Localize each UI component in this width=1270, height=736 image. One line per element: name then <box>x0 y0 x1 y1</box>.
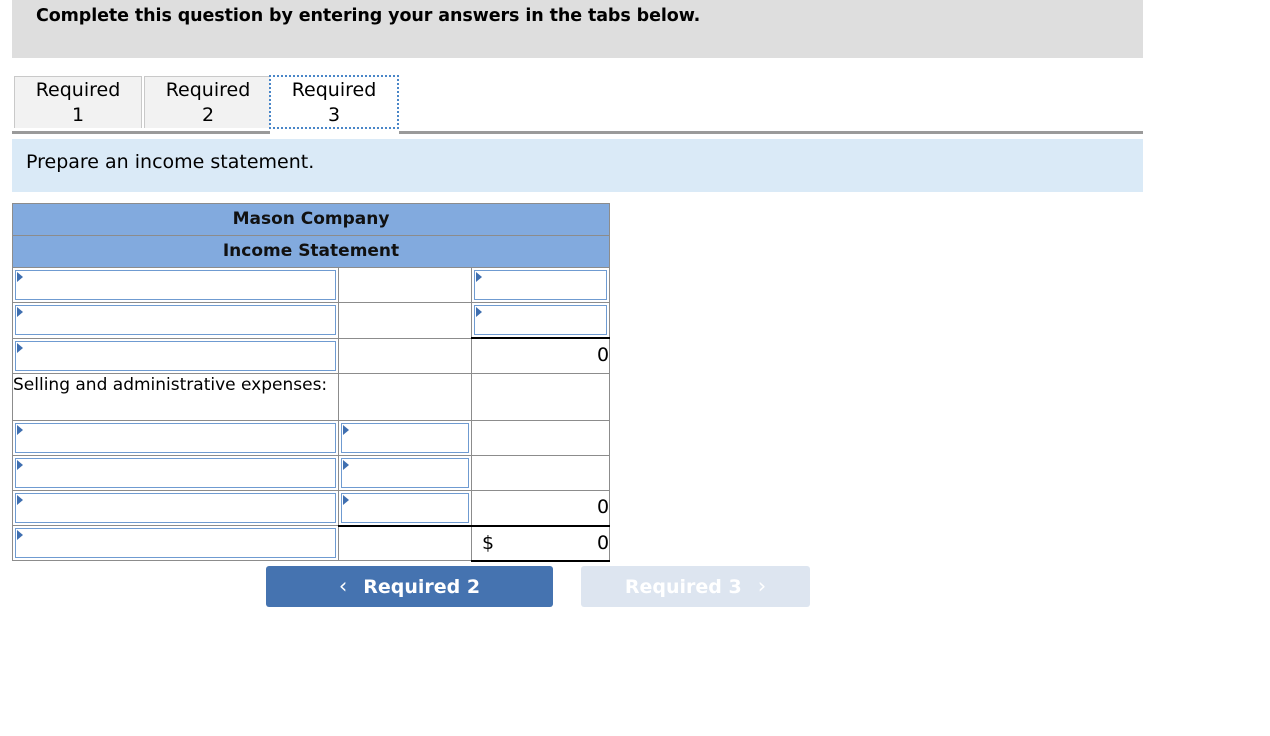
tab-required-2[interactable]: Required 2 <box>144 76 272 128</box>
currency-symbol: $ <box>482 531 495 554</box>
row-7-amount-input[interactable] <box>341 492 469 523</box>
tab-strip-underline <box>12 131 1143 134</box>
row-6-amount-input[interactable] <box>341 457 469 488</box>
row-8-total-value: 0 <box>596 531 610 554</box>
row-4-amount-col2 <box>338 372 472 421</box>
table-row: Selling and administrative expenses: <box>12 372 611 421</box>
row-1-amount-col2 <box>338 267 472 303</box>
requirement-instruction-band: Prepare an income statement. <box>12 139 1143 192</box>
active-tab-underline-gap <box>270 131 399 134</box>
row-1-label-cell[interactable] <box>12 267 339 303</box>
table-row: 0 <box>12 489 611 526</box>
tab-required-1-line2: 1 <box>71 104 85 126</box>
statement-company-title: Mason Company <box>11 203 611 236</box>
tab-required-2-line2: 2 <box>201 104 215 126</box>
next-requirement-button[interactable]: Required 3 › <box>581 566 810 607</box>
row-2-amount-col3[interactable] <box>470 302 611 339</box>
row-2-label-cell[interactable] <box>12 302 339 339</box>
required-tabs: Required 1 Required 2 Required 3 <box>0 72 1270 134</box>
row-5-label-input[interactable] <box>15 422 336 453</box>
row-6-amount-col2[interactable] <box>338 454 472 491</box>
next-requirement-label: Required 3 <box>624 575 742 598</box>
row-3-amount-col2 <box>338 337 472 374</box>
table-header-row-statement: Income Statement <box>11 235 611 268</box>
table-row: 0 <box>12 337 611 374</box>
row-4-amount-col3 <box>470 372 611 421</box>
table-row <box>12 267 611 303</box>
row-7-subtotal-value: 0 <box>470 489 611 526</box>
row-5-amount-col3 <box>470 419 611 456</box>
tab-required-1[interactable]: Required 1 <box>14 76 142 128</box>
table-row <box>12 302 611 339</box>
table-row <box>12 454 611 491</box>
row-6-label-input[interactable] <box>15 457 336 488</box>
tab-required-1-line1: Required <box>35 79 121 101</box>
requirement-instruction-text: Prepare an income statement. <box>26 151 315 173</box>
table-row <box>12 419 611 456</box>
row-3-subtotal-value: 0 <box>470 337 611 374</box>
tab-required-3-line2: 3 <box>327 104 341 126</box>
row-7-label-input[interactable] <box>15 492 336 523</box>
previous-requirement-label: Required 2 <box>363 575 481 598</box>
row-5-label-cell[interactable] <box>12 419 339 456</box>
row-7-label-cell[interactable] <box>12 489 339 526</box>
row-8-amount-col2 <box>338 524 472 561</box>
row-5-amount-input[interactable] <box>341 422 469 453</box>
row-5-amount-col2[interactable] <box>338 419 472 456</box>
row-8-label-input[interactable] <box>15 528 336 558</box>
income-statement-table: Mason Company Income Statement 0 Selling… <box>11 203 611 562</box>
tab-required-3[interactable]: Required 3 <box>269 75 399 129</box>
tab-required-2-line1: Required <box>165 79 251 101</box>
tab-required-3-line1: Required <box>291 79 377 101</box>
question-banner: Complete this question by entering your … <box>12 0 1143 58</box>
table-header-row-company: Mason Company <box>11 203 611 236</box>
row-1-amount-col3[interactable] <box>470 267 611 303</box>
row-1-label-input[interactable] <box>15 270 336 300</box>
table-row: $ 0 <box>12 524 611 562</box>
chevron-right-icon: › <box>757 574 767 598</box>
row-6-amount-col3 <box>470 454 611 491</box>
row-8-label-cell[interactable] <box>12 525 339 561</box>
chevron-left-icon: ‹ <box>338 574 348 598</box>
row-2-amount-col2 <box>338 302 472 339</box>
row-7-amount-col2[interactable] <box>338 489 472 526</box>
row-2-label-input[interactable] <box>15 305 336 335</box>
row-3-label-input[interactable] <box>15 340 336 371</box>
question-banner-text: Complete this question by entering your … <box>36 6 701 26</box>
row-6-label-cell[interactable] <box>12 454 339 491</box>
row-1-amount-input[interactable] <box>474 270 608 300</box>
statement-type-title: Income Statement <box>11 235 611 268</box>
requirement-navigation: ‹ Required 2 Required 3 › <box>0 566 1270 610</box>
row-3-label-cell[interactable] <box>12 337 339 374</box>
row-2-amount-input[interactable] <box>474 305 608 335</box>
row-8-total-cell: $ 0 <box>470 524 611 562</box>
selling-admin-expenses-label: Selling and administrative expenses: <box>12 372 339 421</box>
previous-requirement-button[interactable]: ‹ Required 2 <box>266 566 553 607</box>
